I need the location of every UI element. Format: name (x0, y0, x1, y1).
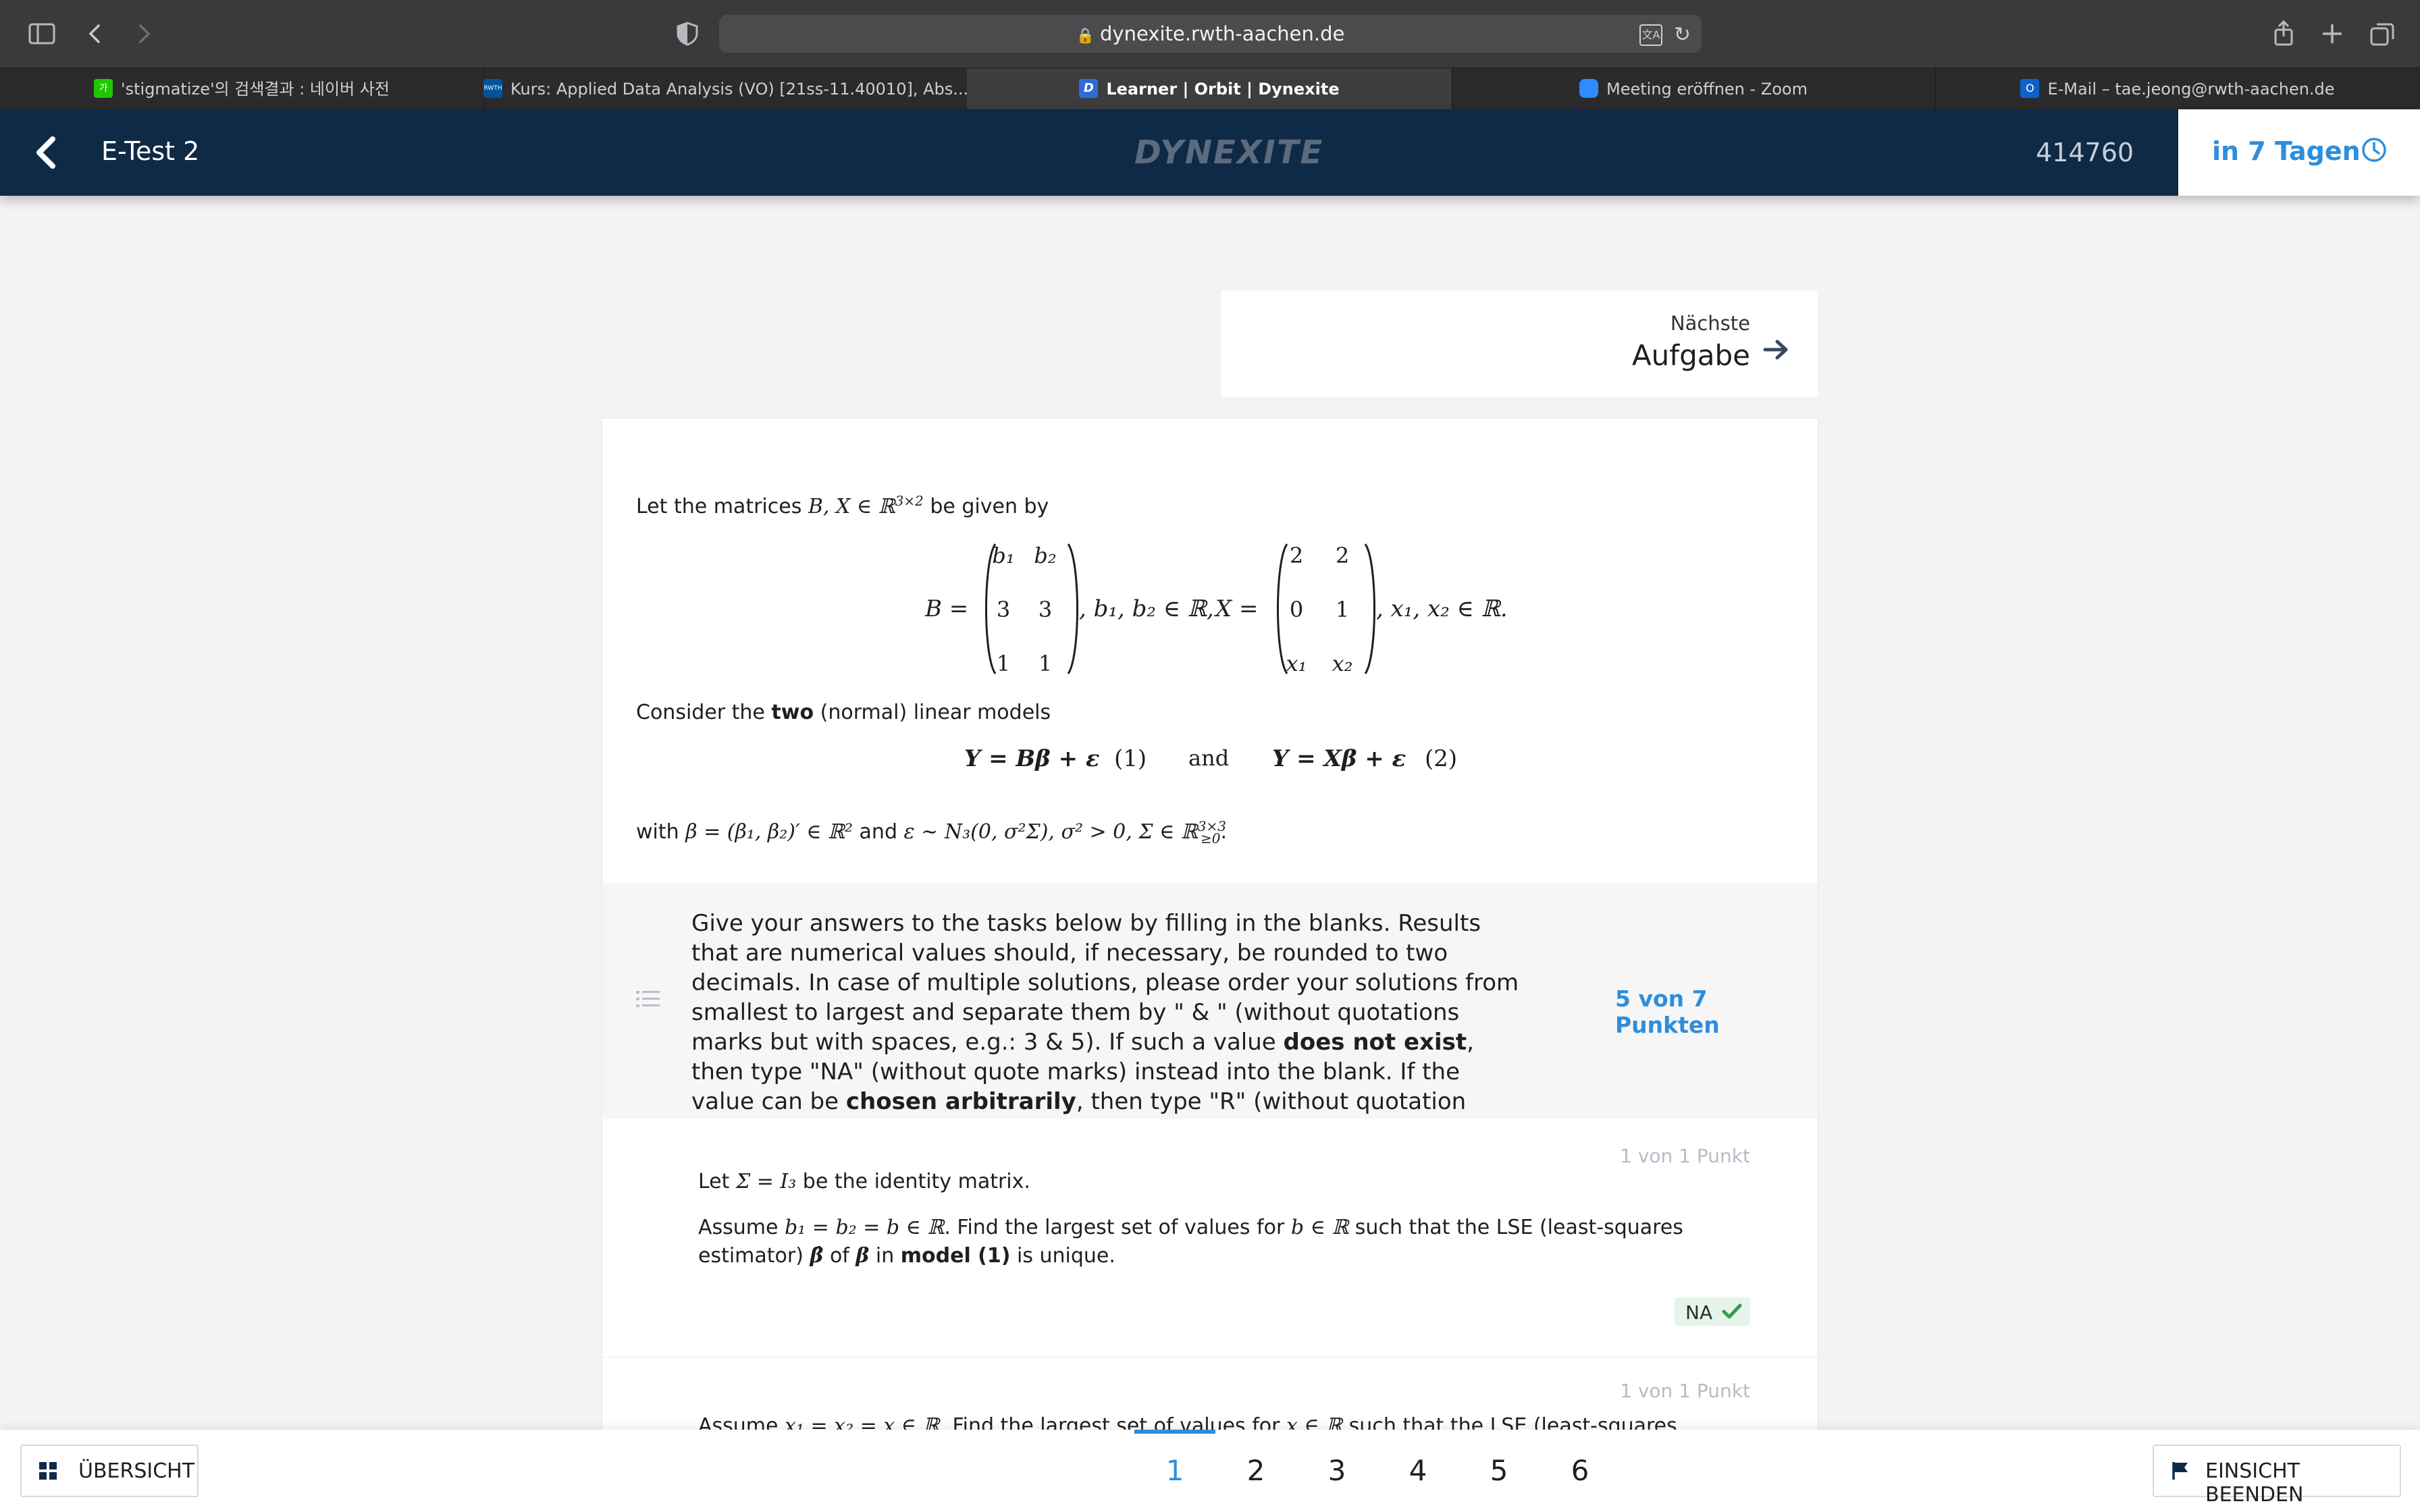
subtask-1: 1 von 1 Punkt Let Σ = I₃ be the identity… (602, 1119, 1818, 1357)
checkmark-icon (1722, 1303, 1742, 1323)
reload-icon[interactable]: ↻ (1674, 23, 1691, 47)
app-header: E-Test 2 DYNEXITE 414760 in 7 Tagen (0, 109, 2420, 196)
matrix-x-cell: 1 (1335, 597, 1350, 622)
tab-rwth-course[interactable]: RWTH Kurs: Applied Data Analysis (VO) [21… (483, 68, 968, 110)
arrow-right-icon (1761, 335, 1791, 364)
intro-text: Let the matrices B, X ∈ ℝ3×2 be given by (636, 493, 1049, 518)
task-card: Let the matrices B, X ∈ ℝ3×2 be given by… (602, 418, 1818, 1512)
clock-icon (2361, 136, 2388, 163)
consider-text: Consider the two (normal) linear models (636, 701, 1051, 724)
next-label-big: Aufgabe (1631, 339, 1750, 372)
instructions-text: Give your answers to the tasks below by … (691, 910, 1519, 1145)
models-and: and (1188, 745, 1230, 771)
model-1-number: (1) (1114, 745, 1147, 772)
model-2: Y = Xβ + ε (1272, 745, 1406, 772)
lock-icon: 🔒 (1076, 28, 1095, 45)
model-1: Y = Bβ + ε (964, 745, 1100, 772)
next-label-small: Nächste (1670, 312, 1750, 335)
naver-favicon-icon: 가 (94, 79, 113, 98)
matrix-b-cell: 1 (1038, 651, 1053, 676)
page-3[interactable]: 3 (1296, 1430, 1377, 1512)
zoom-favicon-icon (1579, 79, 1598, 98)
matrix-b-cell: 3 (1038, 597, 1053, 622)
tab-zoom[interactable]: Meeting eröffnen - Zoom (1452, 68, 1936, 110)
page-1[interactable]: 1 (1134, 1430, 1215, 1512)
browser-tab-bar: 가'stigmatize'의 검색결과 : 네이버 사전 RWTH Kurs: A… (0, 68, 2420, 110)
end-review-label: EINSICHT BEENDEN (2205, 1459, 2304, 1507)
page-6[interactable]: 6 (1540, 1430, 1621, 1512)
deadline-badge[interactable]: in 7 Tagen (2178, 109, 2420, 196)
translate-icon[interactable]: 文A (1639, 24, 1662, 46)
matrix-x-suffix: , x₁, x₂ ∈ ℝ. (1376, 595, 1508, 622)
matrix-x-cell: 0 (1289, 597, 1304, 622)
subtask-points: 1 von 1 Punkt (1620, 1145, 1750, 1167)
matrix-b-suffix: , b₁, b₂ ∈ ℝ, (1079, 595, 1214, 622)
back-icon[interactable] (81, 19, 111, 49)
privacy-shield-icon[interactable] (673, 19, 702, 49)
subtask-1-line-1: Let Σ = I₃ be the identity matrix. (698, 1170, 1030, 1193)
model-2-number: (2) (1425, 745, 1458, 772)
deadline-text: in 7 Tagen (2212, 136, 2361, 166)
user-id: 414760 (2036, 138, 2134, 167)
sidebar-toggle-icon[interactable] (27, 19, 57, 49)
matrix-x-cell: x₁ (1286, 651, 1307, 676)
url-text: 🔒 dynexite.rwth-aachen.de (1076, 22, 1345, 45)
matrix-b-cell: b₁ (992, 543, 1015, 568)
with-text: with β = (β₁, β₂)′ ∈ ℝ² and ε ∼ N₃(0, σ²… (636, 818, 1228, 846)
forward-icon[interactable] (128, 19, 158, 49)
page-5[interactable]: 5 (1458, 1430, 1540, 1512)
outlook-favicon-icon: O (2020, 79, 2040, 98)
matrix-x-cell: x₂ (1332, 651, 1353, 676)
back-arrow-icon[interactable] (27, 128, 65, 177)
tab-naver-dictionary[interactable]: 가'stigmatize'의 검색결과 : 네이버 사전 (0, 68, 484, 110)
matrix-b-label: B = (925, 595, 969, 622)
overview-label: ÜBERSICHT (78, 1459, 195, 1483)
next-task-button[interactable]: Nächste Aufgabe (1221, 290, 1818, 397)
grid-icon (38, 1461, 58, 1484)
matrix-x-cell: 2 (1289, 543, 1304, 568)
matrix-b-cell: b₂ (1034, 543, 1057, 568)
flag-icon (2170, 1461, 2190, 1484)
browser-toolbar: 🔒 dynexite.rwth-aachen.de 文A ↻ (0, 0, 2420, 68)
end-review-button[interactable]: EINSICHT BEENDEN (2153, 1444, 2401, 1507)
matrix-b-cell: 3 (996, 597, 1011, 622)
exam-title: E-Test 2 (101, 136, 200, 166)
new-tab-icon[interactable] (2317, 19, 2347, 49)
tab-overview-icon[interactable] (2367, 19, 2397, 49)
matrix-b-cell: 1 (996, 651, 1011, 676)
tab-outlook-mail[interactable]: O E-Mail – tae.jeong@rwth-aachen.de (1935, 68, 2420, 110)
dynexite-logo: DYNEXITE (1134, 134, 1324, 171)
bottom-navigation: ÜBERSICHT 1 2 3 4 5 6 EINSICHT BEENDEN (0, 1430, 2420, 1512)
share-icon[interactable] (2269, 19, 2298, 49)
active-page-indicator (1134, 1430, 1215, 1434)
matrix-x-cell: 2 (1335, 543, 1350, 568)
subtask-points: 1 von 1 Punkt (1620, 1380, 1750, 1402)
total-points: 5 von 7 Punkten (1615, 986, 1720, 1038)
overview-button[interactable]: ÜBERSICHT (20, 1444, 199, 1497)
matrix-x-label: X = (1215, 595, 1259, 622)
page-2[interactable]: 2 (1215, 1430, 1296, 1512)
answer-field[interactable]: NA (1675, 1297, 1750, 1326)
subtask-1-line-2: Assume b₁ = b₂ = b ∈ ℝ. Find the largest… (698, 1216, 1683, 1268)
address-bar[interactable]: 🔒 dynexite.rwth-aachen.de 文A ↻ (719, 15, 1702, 53)
tab-dynexite[interactable]: D Learner | Orbit | Dynexite (967, 68, 1452, 110)
rwth-favicon-icon: RWTH (483, 79, 502, 98)
list-icon (635, 986, 662, 1013)
dynexite-favicon-icon: D (1079, 79, 1099, 98)
answer-value: NA (1685, 1301, 1713, 1324)
page-4[interactable]: 4 (1377, 1430, 1458, 1512)
instructions-block: Give your answers to the tasks below by … (602, 883, 1818, 1145)
